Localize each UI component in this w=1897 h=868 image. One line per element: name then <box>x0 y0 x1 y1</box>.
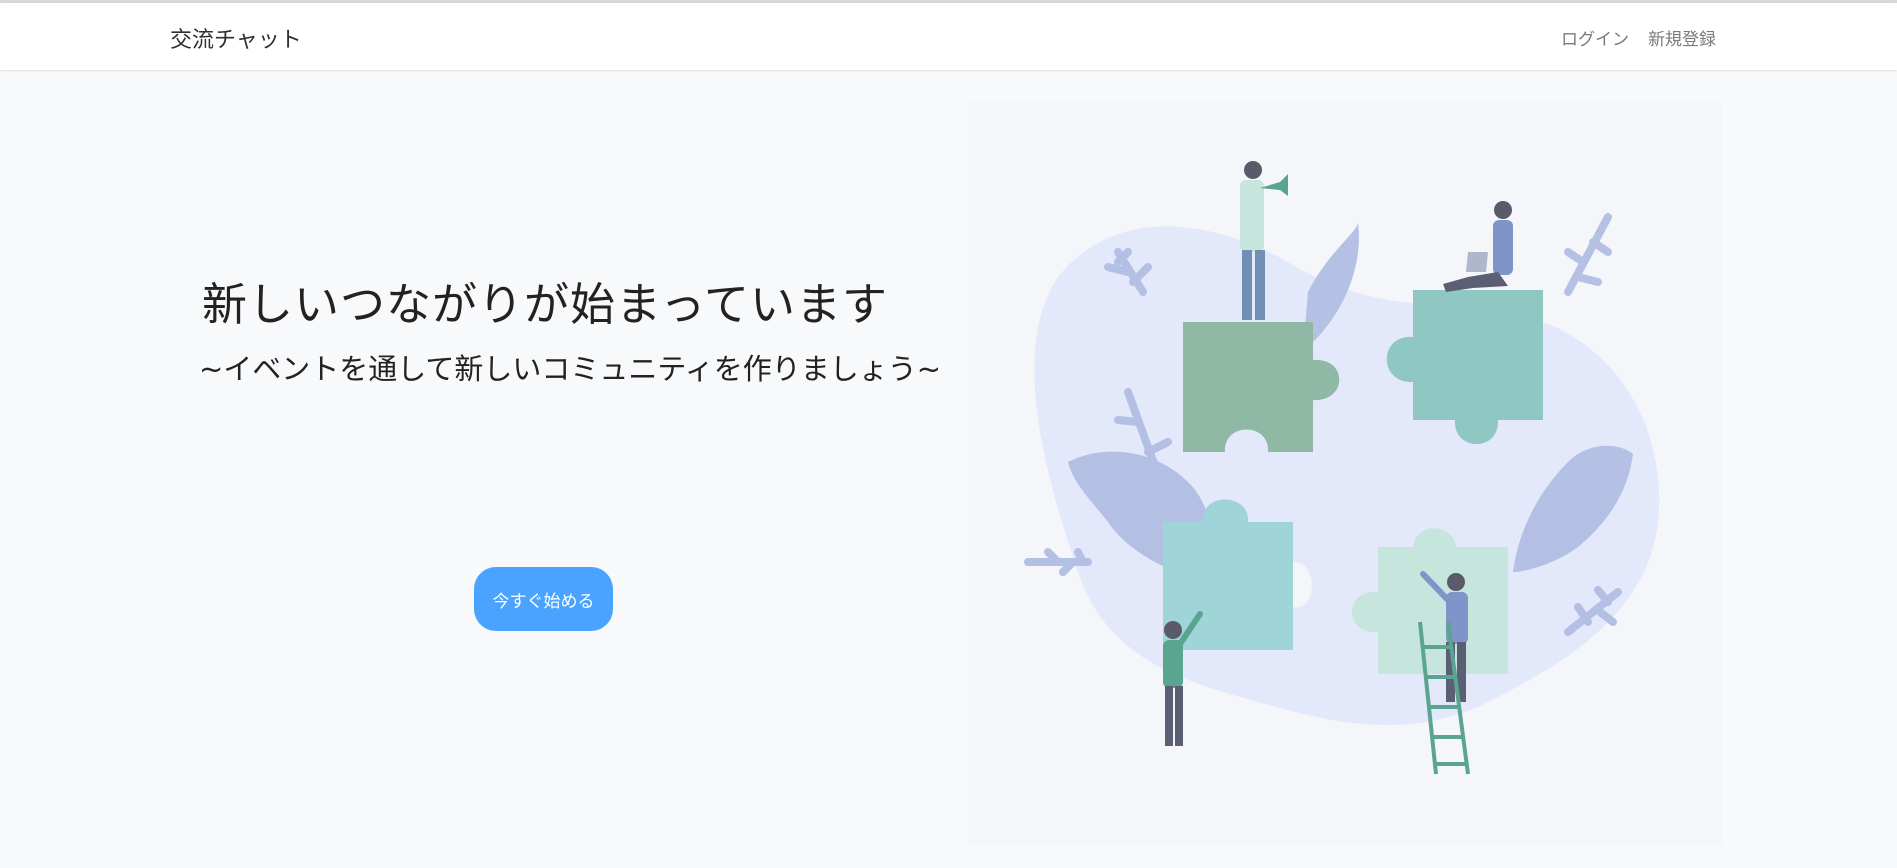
login-link[interactable]: ログイン <box>1561 25 1629 50</box>
people-assembling-puzzle-icon <box>1024 161 1660 775</box>
navbar: 交流チャット ログイン 新規登録 <box>0 3 1897 70</box>
nav-links: ログイン 新規登録 <box>1561 25 1716 50</box>
puzzle-piece-bottom-left <box>1163 499 1312 650</box>
person-laptop <box>1443 201 1513 292</box>
hero-illustration <box>968 102 1722 846</box>
signup-link[interactable]: 新規登録 <box>1648 25 1716 50</box>
brand-logo-text[interactable]: 交流チャット <box>170 22 302 54</box>
get-started-button[interactable]: 今すぐ始める <box>474 567 613 631</box>
hero-title: 新しいつながりが始まっています <box>202 278 888 331</box>
